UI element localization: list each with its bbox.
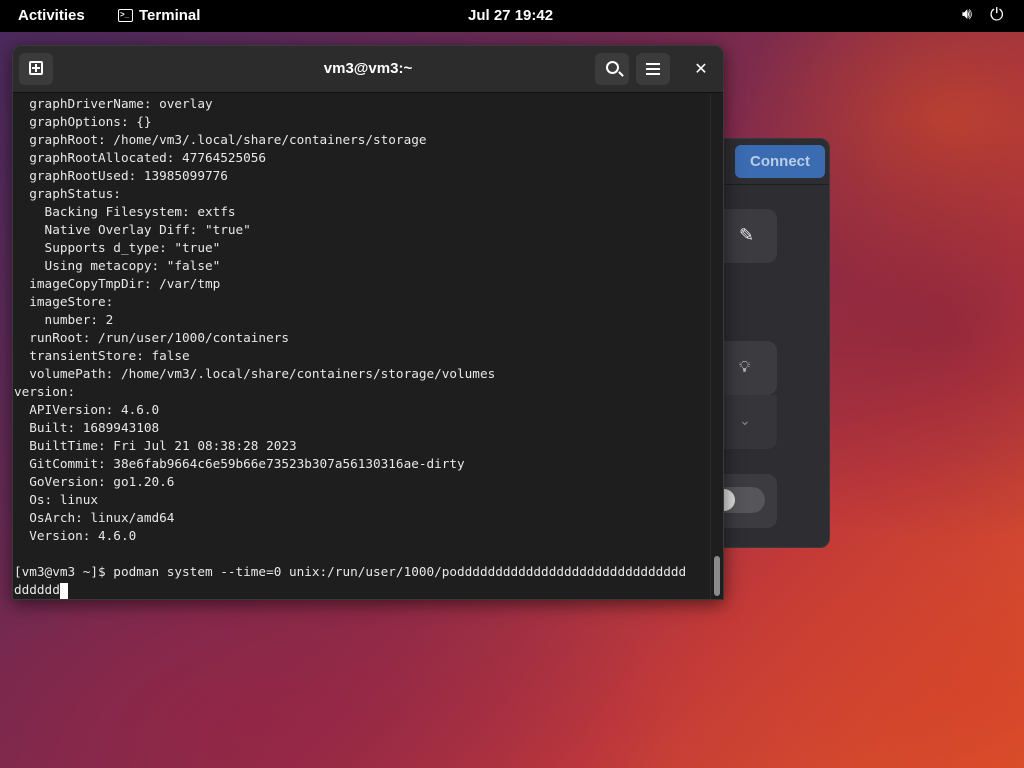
top-bar: Activities >_ Terminal Jul 27 19:42 🔊︎ ⏻: [0, 0, 1024, 32]
terminal-icon: >_: [118, 9, 133, 22]
search-icon: [605, 61, 619, 74]
terminal-line: graphRoot: /home/vm3/.local/share/contai…: [14, 132, 427, 147]
terminal-line: imageCopyTmpDir: /var/tmp: [14, 276, 221, 291]
terminal-line: version:: [14, 384, 76, 399]
terminal-line: GitCommit: 38e6fab9664c6e59b66e73523b307…: [14, 456, 465, 471]
terminal-line: transientStore: false: [14, 348, 190, 363]
terminal-input-line[interactable]: dddddd: [14, 581, 713, 599]
terminal-output[interactable]: graphDriverName: overlay graphOptions: {…: [13, 94, 713, 599]
terminal-line: Using metacopy: "false": [14, 258, 221, 273]
chevron-down-icon: ⌄: [739, 413, 751, 429]
power-icon[interactable]: ⏻: [990, 5, 1003, 25]
app-menu[interactable]: >_ Terminal: [118, 7, 200, 24]
terminal-line: volumePath: /home/vm3/.local/share/conta…: [14, 366, 496, 381]
close-button[interactable]: ✕: [684, 53, 718, 85]
terminal-window: vm3@vm3:~ ✕ graphDriverName: overlay gra…: [12, 45, 724, 600]
terminal-line: Backing Filesystem: extfs: [14, 204, 236, 219]
terminal-line: graphOptions: {}: [14, 114, 152, 129]
hamburger-menu-icon: [646, 60, 660, 78]
terminal-line: Built: 1689943108: [14, 420, 160, 435]
pencil-icon: ✎: [739, 225, 755, 246]
terminal-line: runRoot: /run/user/1000/containers: [14, 330, 289, 345]
scrollbar-thumb[interactable]: [714, 556, 720, 596]
terminal-line: Version: 4.6.0: [14, 528, 137, 543]
terminal-line: Os: linux: [14, 492, 99, 507]
text-cursor: [59, 583, 68, 599]
terminal-line: graphDriverName: overlay: [14, 96, 213, 111]
clock[interactable]: Jul 27 19:42: [468, 7, 553, 24]
terminal-line: graphRootAllocated: 47764525056: [14, 150, 267, 165]
terminal-line: APIVersion: 4.6.0: [14, 402, 160, 417]
terminal-line: Supports d_type: "true": [14, 240, 221, 255]
terminal-line: GoVersion: go1.20.6: [14, 474, 175, 489]
terminal-input-text: dddddd: [14, 582, 60, 597]
terminal-line: OsArch: linux/amd64: [14, 510, 175, 525]
terminal-line: number: 2: [14, 312, 114, 327]
scrollbar[interactable]: [710, 94, 723, 599]
app-name: Terminal: [139, 7, 201, 24]
terminal-titlebar: vm3@vm3:~ ✕: [13, 46, 723, 93]
terminal-line: graphRootUsed: 13985099776: [14, 168, 228, 183]
terminal-line: [vm3@vm3 ~]$ podman system --time=0 unix…: [14, 564, 687, 579]
search-button[interactable]: [595, 53, 629, 85]
menu-button[interactable]: [636, 53, 670, 85]
lightbulb-icon: 💡︎: [739, 357, 751, 376]
terminal-line: BuiltTime: Fri Jul 21 08:38:28 2023: [14, 438, 297, 453]
terminal-line: graphStatus:: [14, 186, 121, 201]
activities-button[interactable]: Activities: [18, 7, 85, 24]
connect-button[interactable]: Connect: [735, 145, 825, 178]
terminal-line: imageStore:: [14, 294, 114, 309]
terminal-line: Native Overlay Diff: "true": [14, 222, 251, 237]
volume-icon[interactable]: 🔊︎: [962, 6, 972, 24]
